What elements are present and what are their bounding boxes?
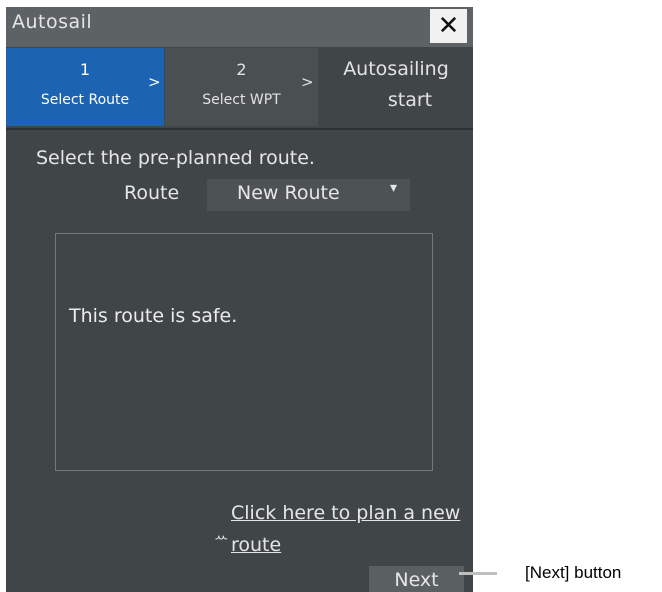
instruction-text: Select the pre-planned route. bbox=[36, 147, 315, 169]
step-label: Select Route bbox=[40, 92, 130, 108]
dialog-title: Autosail bbox=[12, 11, 93, 33]
route-selected-value: New Route bbox=[237, 182, 340, 204]
route-label: Route bbox=[124, 182, 180, 204]
step-number: 1 bbox=[79, 60, 91, 79]
step-bar: 1 > Select Route 2 > Select WPT Autosail… bbox=[6, 48, 473, 126]
plan-new-route-link[interactable]: Click here to plan a new route bbox=[231, 497, 461, 561]
route-plan-icon: ꕀ bbox=[214, 527, 229, 546]
step-label: Select WPT bbox=[202, 92, 281, 108]
route-message-box: This route is safe. bbox=[55, 233, 433, 471]
title-bar: Autosail ✕ bbox=[6, 7, 473, 47]
chevron-right-icon: > bbox=[148, 73, 161, 91]
callout-label: [Next] button bbox=[525, 563, 622, 582]
step-label-line2: start bbox=[387, 89, 433, 111]
dropdown-arrow-icon: ▾ bbox=[390, 180, 398, 196]
autosail-dialog: Autosail ✕ 1 > Select Route 2 > Select W… bbox=[6, 7, 473, 592]
step-select-route[interactable]: 1 > Select Route bbox=[6, 48, 164, 126]
next-button[interactable]: Next bbox=[369, 566, 464, 592]
step-select-wpt[interactable]: 2 > Select WPT bbox=[165, 48, 318, 126]
step-autosailing-start[interactable]: Autosailing start bbox=[319, 48, 473, 126]
step-number: 2 bbox=[236, 60, 247, 79]
chevron-right-icon: > bbox=[301, 73, 314, 91]
divider bbox=[6, 128, 473, 130]
step-label-line1: Autosailing bbox=[343, 58, 449, 80]
close-button[interactable]: ✕ bbox=[430, 9, 467, 43]
callout-line bbox=[459, 572, 497, 575]
route-message: This route is safe. bbox=[69, 305, 238, 327]
route-select[interactable]: New Route ▾ bbox=[207, 179, 410, 211]
